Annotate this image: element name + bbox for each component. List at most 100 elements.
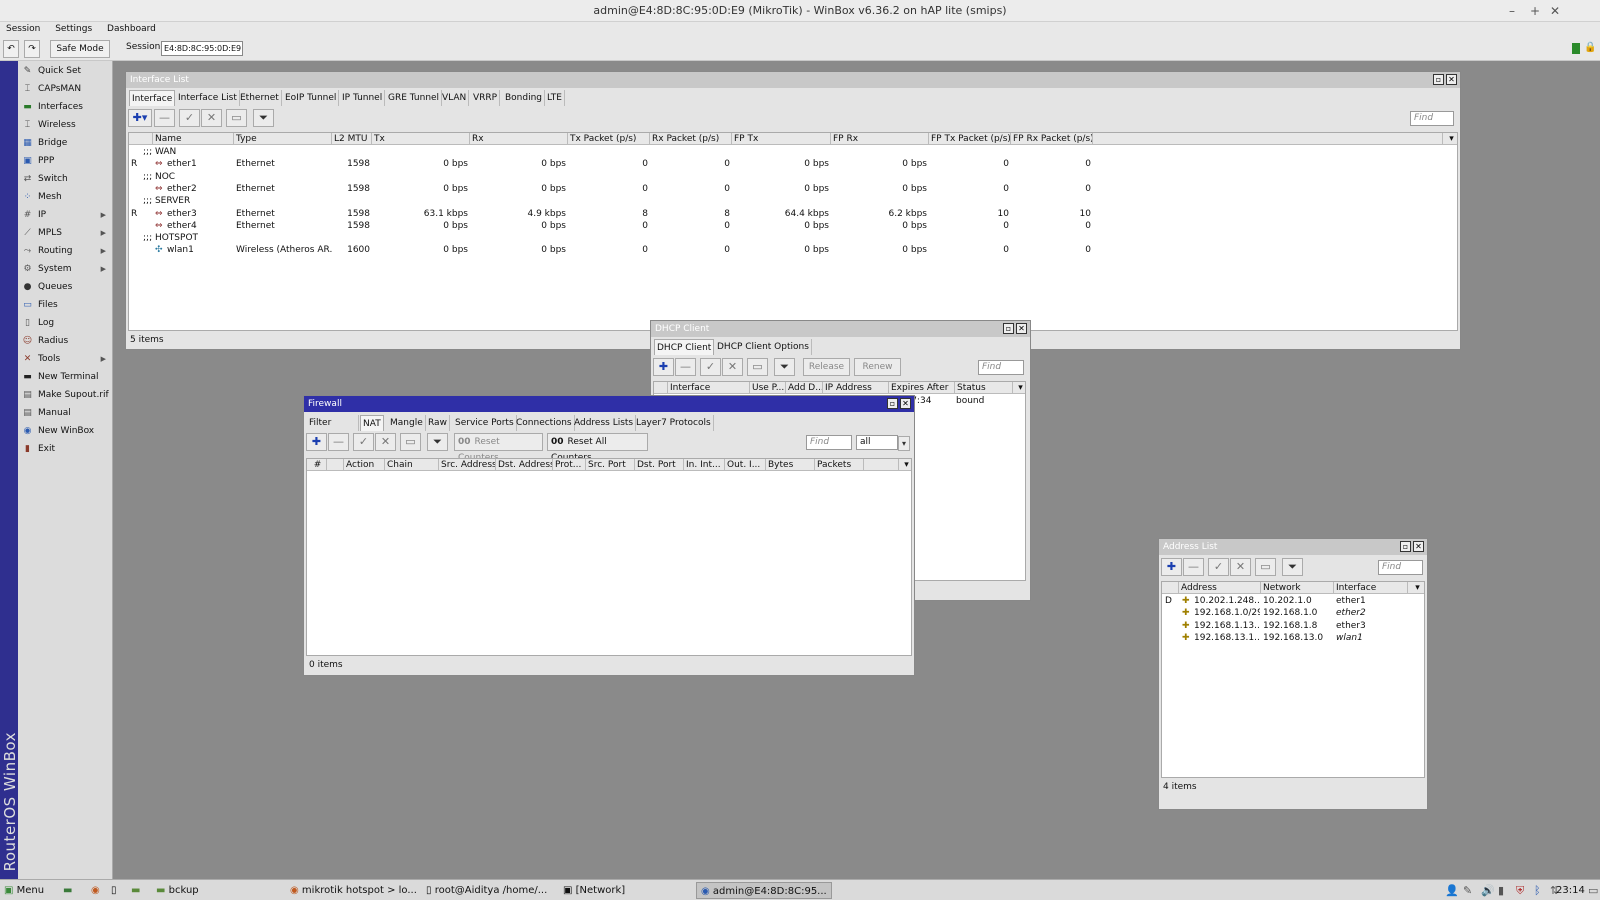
- filter-button[interactable]: ⏷: [774, 358, 795, 376]
- sidebar-item-files[interactable]: ▭ Files: [18, 296, 112, 314]
- add-button[interactable]: ✚: [653, 358, 674, 376]
- column-header-flag[interactable]: [654, 382, 668, 394]
- column-header-fp-rx[interactable]: FP Rx: [831, 133, 929, 145]
- add-button[interactable]: ✚: [1161, 558, 1182, 576]
- column-header-src-port[interactable]: Src. Port: [586, 459, 635, 471]
- column-header-fp-rx-packet[interactable]: FP Rx Packet (p/s): [1011, 133, 1093, 145]
- pen-icon[interactable]: ✎: [1463, 884, 1472, 897]
- maximize-icon[interactable]: ▫: [887, 398, 898, 409]
- column-header-bytes[interactable]: Bytes: [766, 459, 815, 471]
- tab-ethernet[interactable]: Ethernet: [238, 90, 282, 106]
- find-input[interactable]: Find: [978, 360, 1024, 375]
- disable-button[interactable]: ✕: [1230, 558, 1251, 576]
- sidebar-item-new-winbox[interactable]: ◉ New WinBox: [18, 422, 112, 440]
- comment-button[interactable]: ▭: [400, 433, 421, 451]
- undo-button[interactable]: ↶: [3, 40, 19, 58]
- tab-gre-tunnel[interactable]: GRE Tunnel: [386, 90, 443, 106]
- column-chooser-button[interactable]: ▾: [1013, 382, 1025, 394]
- taskbar-item-network[interactable]: ▣ [Network]: [563, 882, 625, 899]
- column-header-network[interactable]: Network: [1261, 582, 1334, 594]
- close-icon[interactable]: ✕: [1446, 74, 1457, 85]
- terminal-launcher-icon[interactable]: ▯: [111, 882, 117, 899]
- window-title-bar[interactable]: Firewall ▫ ✕: [304, 396, 914, 412]
- sidebar-item-ppp[interactable]: ▣ PPP: [18, 152, 112, 170]
- column-header-fp-tx-packet[interactable]: FP Tx Packet (p/s): [929, 133, 1011, 145]
- add-button[interactable]: ✚▾: [128, 109, 152, 127]
- sidebar-item-new-terminal[interactable]: ▬ New Terminal: [18, 368, 112, 386]
- folder-launcher-icon[interactable]: ▬: [131, 882, 140, 899]
- column-header-add-default[interactable]: Add D...: [786, 382, 823, 394]
- close-icon[interactable]: ✕: [1413, 541, 1424, 552]
- column-header-flag[interactable]: [129, 133, 153, 145]
- show-desktop-icon[interactable]: ▭: [1588, 884, 1598, 897]
- column-header-tx[interactable]: Tx: [372, 133, 470, 145]
- tab-raw[interactable]: Raw: [426, 415, 450, 431]
- column-header-action[interactable]: Action: [344, 459, 385, 471]
- find-input[interactable]: Find: [1410, 111, 1454, 126]
- sidebar-item-make-supout[interactable]: ▤ Make Supout.rif: [18, 386, 112, 404]
- battery-icon[interactable]: ▮: [1498, 884, 1504, 897]
- sidebar-item-log[interactable]: ▯ Log: [18, 314, 112, 332]
- menu-dashboard[interactable]: Dashboard: [101, 22, 162, 37]
- tab-nat[interactable]: NAT: [360, 415, 384, 431]
- sidebar-item-exit[interactable]: ▮ Exit: [18, 440, 112, 458]
- tab-lte[interactable]: LTE: [545, 90, 565, 106]
- comment-button[interactable]: ▭: [226, 109, 247, 127]
- sidebar-item-capsman[interactable]: ⌶ CAPsMAN: [18, 80, 112, 98]
- sidebar-item-interfaces[interactable]: ▬ Interfaces: [18, 98, 112, 116]
- tab-interface[interactable]: Interface: [129, 90, 176, 106]
- column-header-rx[interactable]: Rx: [470, 133, 568, 145]
- tab-mangle[interactable]: Mangle: [388, 415, 426, 431]
- disable-button[interactable]: ✕: [722, 358, 743, 376]
- tab-filter-rules[interactable]: Filter Rules: [307, 415, 359, 431]
- maximize-icon[interactable]: +: [1530, 0, 1540, 22]
- tab-layer7-protocols[interactable]: Layer7 Protocols: [634, 415, 714, 431]
- column-header-ip-address[interactable]: IP Address: [823, 382, 889, 394]
- tab-dhcp-client[interactable]: DHCP Client: [654, 339, 715, 355]
- reset-counters-button[interactable]: 00Reset Counters: [454, 433, 543, 463]
- column-header-type[interactable]: Type: [234, 133, 332, 145]
- maximize-icon[interactable]: ▫: [1003, 323, 1014, 334]
- sidebar-item-manual[interactable]: ▤ Manual: [18, 404, 112, 422]
- sidebar-item-routing[interactable]: ⤳ Routing ▶: [18, 242, 112, 260]
- column-header-dst-address[interactable]: Dst. Address: [496, 459, 553, 471]
- column-chooser-button[interactable]: ▾: [1408, 582, 1424, 594]
- enable-button[interactable]: ✓: [179, 109, 200, 127]
- enable-button[interactable]: ✓: [700, 358, 721, 376]
- enable-button[interactable]: ✓: [1208, 558, 1229, 576]
- tab-dhcp-client-options[interactable]: DHCP Client Options: [715, 339, 812, 355]
- tab-interface-list[interactable]: Interface List: [176, 90, 240, 106]
- tab-vrrp[interactable]: VRRP: [471, 90, 501, 106]
- column-header-l2mtu[interactable]: L2 MTU: [332, 133, 372, 145]
- sidebar-item-ip[interactable]: # IP ▶: [18, 206, 112, 224]
- session-field[interactable]: E4:8D:8C:95:0D:E9: [161, 41, 243, 56]
- release-button[interactable]: Release: [803, 358, 850, 376]
- filter-select[interactable]: all: [856, 435, 898, 450]
- column-header-protocol[interactable]: Prot...: [553, 459, 586, 471]
- disable-button[interactable]: ✕: [201, 109, 222, 127]
- minimize-icon[interactable]: –: [1509, 0, 1515, 22]
- column-header-out-interface[interactable]: Out. I...: [725, 459, 766, 471]
- tab-bonding[interactable]: Bonding: [503, 90, 546, 106]
- volume-icon[interactable]: 🔊: [1481, 884, 1495, 897]
- window-title-bar[interactable]: Interface List ▫ ✕: [126, 72, 1460, 88]
- sidebar-item-mpls[interactable]: ⟋ MPLS ▶: [18, 224, 112, 242]
- tab-vlan[interactable]: VLAN: [440, 90, 470, 106]
- column-header-address[interactable]: Address: [1179, 582, 1261, 594]
- remove-button[interactable]: —: [154, 109, 175, 127]
- taskbar-item-browser[interactable]: ◉ mikrotik hotspot > lo...: [290, 882, 417, 899]
- filter-select-dropdown[interactable]: ▾: [898, 436, 910, 451]
- renew-button[interactable]: Renew: [854, 358, 901, 376]
- column-header-in-interface[interactable]: In. Int...: [684, 459, 725, 471]
- sidebar-item-switch[interactable]: ⇄ Switch: [18, 170, 112, 188]
- window-title-bar[interactable]: DHCP Client ▫ ✕: [651, 321, 1030, 337]
- taskbar-item-bckup[interactable]: ▬ bckup: [156, 882, 199, 899]
- column-header-src-address[interactable]: Src. Address: [439, 459, 496, 471]
- menu-settings[interactable]: Settings: [49, 22, 98, 37]
- find-input[interactable]: Find: [1378, 560, 1423, 575]
- reset-all-counters-button[interactable]: 00Reset All Counters: [547, 433, 648, 463]
- column-header-dst-port[interactable]: Dst. Port: [635, 459, 684, 471]
- tab-service-ports[interactable]: Service Ports: [453, 415, 517, 431]
- tab-ip-tunnel[interactable]: IP Tunnel: [340, 90, 386, 106]
- close-icon[interactable]: ✕: [900, 398, 911, 409]
